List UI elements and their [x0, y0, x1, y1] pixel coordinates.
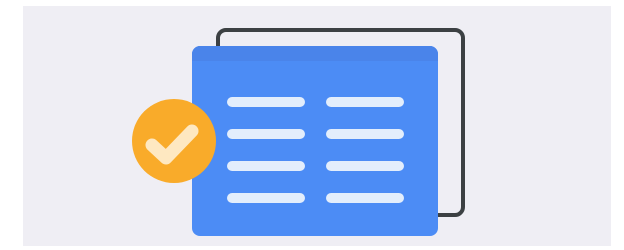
text-line-placeholder — [227, 97, 305, 107]
document-check-illustration — [23, 6, 611, 246]
text-line-placeholder — [227, 129, 305, 139]
front-document — [192, 46, 438, 236]
text-line-placeholder — [227, 161, 305, 171]
text-line-placeholder — [326, 97, 404, 107]
text-line-placeholder — [227, 193, 305, 203]
check-badge — [132, 99, 216, 183]
front-document-body — [192, 46, 438, 236]
text-line-placeholder — [326, 129, 404, 139]
text-line-placeholder — [326, 161, 404, 171]
front-document-header — [192, 46, 438, 61]
text-line-placeholder — [326, 193, 404, 203]
